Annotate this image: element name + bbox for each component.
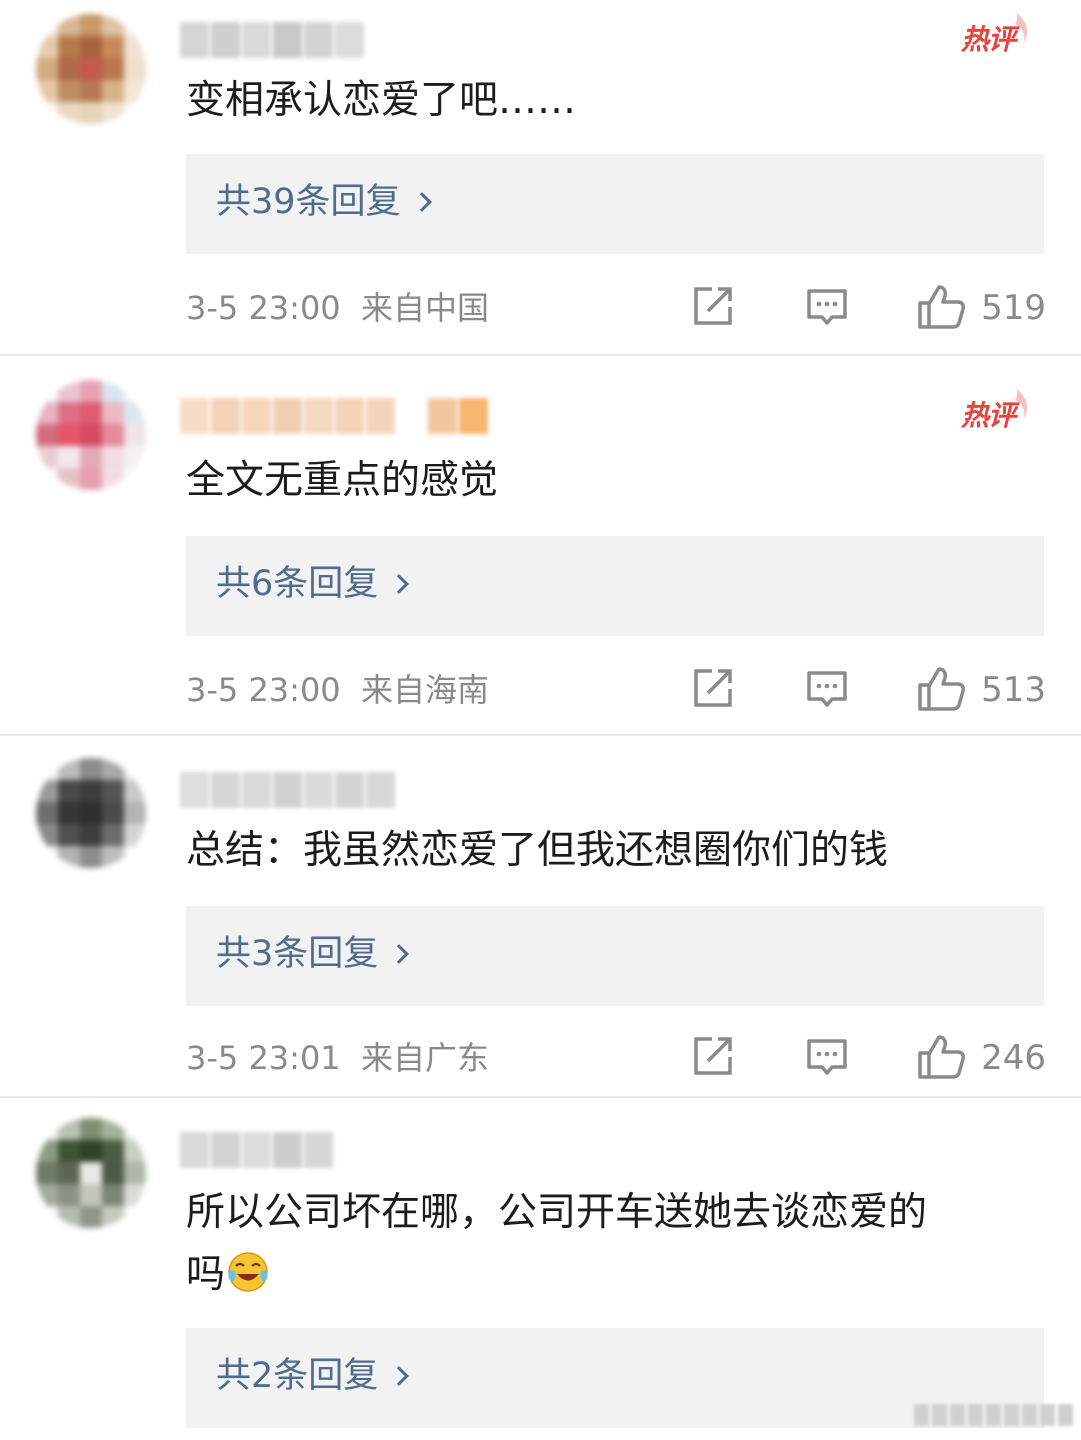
chevron-right-icon — [389, 574, 410, 594]
watermark — [914, 1404, 1073, 1426]
comment-meta: 3-5 23:01 来自广东 — [186, 1038, 489, 1078]
comment-text-line-2: 吗 — [186, 1244, 1046, 1306]
comment-location: 来自中国 — [361, 289, 490, 327]
like-icon[interactable] — [916, 665, 966, 713]
replies-count-label: 共39条回复 — [216, 182, 401, 222]
comment-item: 所以公司坏在哪，公司开车送她去谈恋爱的 吗 共2条回复 — [0, 1096, 1081, 1440]
replies-count-label: 共2条回复 — [216, 1356, 379, 1396]
comment-item: 热评 全文无重点的感觉 共6条回复 3-5 23:00 来自海南 513 — [0, 354, 1081, 734]
comment-text: 所以公司坏在哪，公司开车送她去谈恋爱的 吗 — [186, 1182, 1046, 1306]
comment-location: 来自海南 — [361, 671, 490, 709]
hot-comment-badge: 热评 — [957, 386, 1035, 432]
comment-item: 热评 变相承认恋爱了吧…… 共39条回复 3-5 23:00 来自中国 519 — [0, 0, 1081, 354]
repost-icon[interactable] — [690, 1033, 736, 1079]
repost-icon[interactable] — [690, 283, 736, 329]
avatar[interactable] — [36, 1118, 146, 1228]
repost-icon[interactable] — [690, 665, 736, 711]
chevron-right-icon — [389, 944, 410, 964]
view-replies-button[interactable]: 共3条回复 — [186, 906, 1044, 1006]
comment-actions: 519 — [690, 283, 1046, 333]
like-icon[interactable] — [916, 283, 966, 331]
view-replies-button[interactable]: 共6条回复 — [186, 536, 1044, 636]
comment-icon[interactable] — [804, 283, 850, 329]
like-icon[interactable] — [916, 1033, 966, 1081]
replies-count-label: 共6条回复 — [216, 564, 379, 604]
comment-location: 来自广东 — [361, 1039, 490, 1077]
comment-time: 3-5 23:00 — [186, 289, 341, 327]
chevron-right-icon — [389, 1366, 410, 1386]
comment-meta: 3-5 23:00 来自海南 — [186, 670, 489, 710]
view-replies-button[interactable]: 共39条回复 — [186, 154, 1044, 254]
comment-text-tail: 吗 — [186, 1252, 226, 1297]
comment-time: 3-5 23:00 — [186, 671, 341, 709]
like-count: 246 — [981, 1038, 1046, 1078]
username[interactable] — [180, 398, 488, 434]
avatar[interactable] — [36, 14, 146, 124]
comment-text: 全文无重点的感觉 — [186, 458, 499, 503]
comment-icon[interactable] — [804, 1033, 850, 1079]
comment-text-line: 所以公司坏在哪，公司开车送她去谈恋爱的 — [186, 1190, 928, 1235]
chevron-right-icon — [411, 192, 432, 212]
hot-badge-label: 热评 — [961, 23, 1016, 56]
comment-meta: 3-5 23:00 来自中国 — [186, 288, 489, 328]
like-count: 519 — [981, 288, 1046, 328]
hot-comment-badge: 热评 — [957, 10, 1035, 56]
laugh-cry-emoji-icon — [228, 1252, 268, 1292]
replies-count-label: 共3条回复 — [216, 934, 379, 974]
comment-time: 3-5 23:01 — [186, 1039, 341, 1077]
comment-item: 总结：我虽然恋爱了但我还想圈你们的钱 共3条回复 3-5 23:01 来自广东 … — [0, 734, 1081, 1096]
comment-actions: 513 — [690, 665, 1046, 715]
username[interactable] — [180, 1132, 333, 1168]
username[interactable] — [180, 772, 395, 808]
like-count: 513 — [981, 670, 1046, 710]
comment-icon[interactable] — [804, 665, 850, 711]
avatar[interactable] — [36, 380, 146, 490]
username[interactable] — [180, 22, 364, 58]
avatar[interactable] — [36, 758, 146, 868]
comment-text: 变相承认恋爱了吧…… — [186, 78, 577, 123]
comment-text: 总结：我虽然恋爱了但我还想圈你们的钱 — [186, 828, 889, 873]
hot-badge-label: 热评 — [961, 399, 1016, 432]
comment-actions: 246 — [690, 1033, 1046, 1083]
